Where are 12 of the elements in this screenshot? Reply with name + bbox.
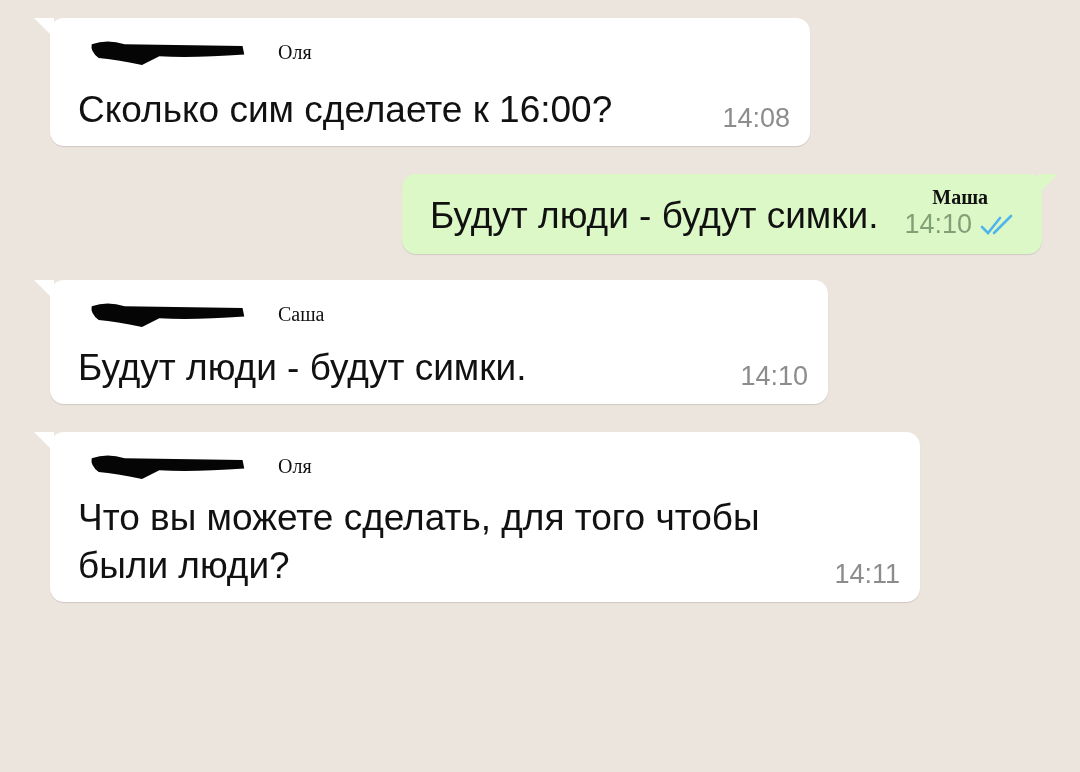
sender-name: Оля [278,40,312,64]
message-time: 14:10 [904,209,972,241]
sender-name: Оля [278,454,312,478]
message-text: Будут люди - будут симки. [430,194,879,238]
sender-name: Маша [932,186,989,210]
message-time: 14:08 [722,103,790,135]
message-text: Что вы можете сделать, для того чтобы были люди? [78,496,761,589]
sender-name: Саша [278,302,325,326]
message-text: Сколько сим сделаете к 16:00? [78,88,613,132]
message-text: Будут люди - будут симки. [78,346,527,391]
message-time: 14:10 [740,361,808,393]
message-time: 14:11 [834,559,900,591]
